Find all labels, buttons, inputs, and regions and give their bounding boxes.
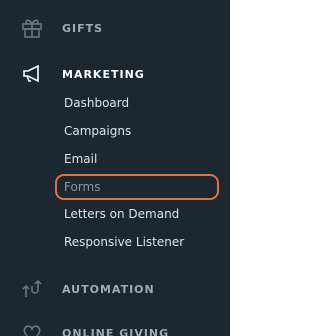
- sidebar-item-label: Forms: [64, 180, 101, 194]
- section-label-online-giving: ONLINE GIVING: [62, 326, 170, 336]
- sidebar-item-label: Email: [64, 152, 98, 166]
- sidebar-item-label: Campaigns: [64, 124, 132, 138]
- section-label-automation: AUTOMATION: [62, 282, 155, 296]
- sidebar-item-forms[interactable]: Forms: [55, 174, 219, 200]
- sidebar-section-online-giving[interactable]: ONLINE GIVING: [0, 318, 230, 336]
- gift-icon: [21, 16, 43, 38]
- sidebar-item-dashboard[interactable]: Dashboard: [54, 92, 219, 116]
- sidebar-item-label: Responsive Listener: [64, 235, 185, 249]
- sidebar-item-label: Dashboard: [64, 96, 130, 110]
- sidebar-section-automation[interactable]: AUTOMATION: [0, 274, 230, 304]
- megaphone-icon: [21, 62, 43, 84]
- sidebar-section-marketing[interactable]: MARKETING: [0, 59, 230, 89]
- section-label-marketing: MARKETING: [62, 67, 145, 81]
- sidebar-item-label: Letters on Demand: [64, 207, 180, 221]
- sidebar-section-gifts[interactable]: GIFTS: [0, 13, 230, 43]
- section-label-gifts: GIFTS: [62, 21, 104, 35]
- sidebar-nav: GIFTS MARKETING Dashboard Campaigns Emai…: [0, 0, 230, 336]
- sidebar-item-letters-on-demand[interactable]: Letters on Demand: [54, 203, 219, 227]
- handshake-icon: [21, 321, 43, 336]
- sidebar-item-responsive-listener[interactable]: Responsive Listener: [54, 231, 219, 255]
- automation-icon: [21, 277, 43, 299]
- sidebar-item-campaigns[interactable]: Campaigns: [54, 120, 219, 144]
- sidebar-item-email[interactable]: Email: [54, 148, 219, 172]
